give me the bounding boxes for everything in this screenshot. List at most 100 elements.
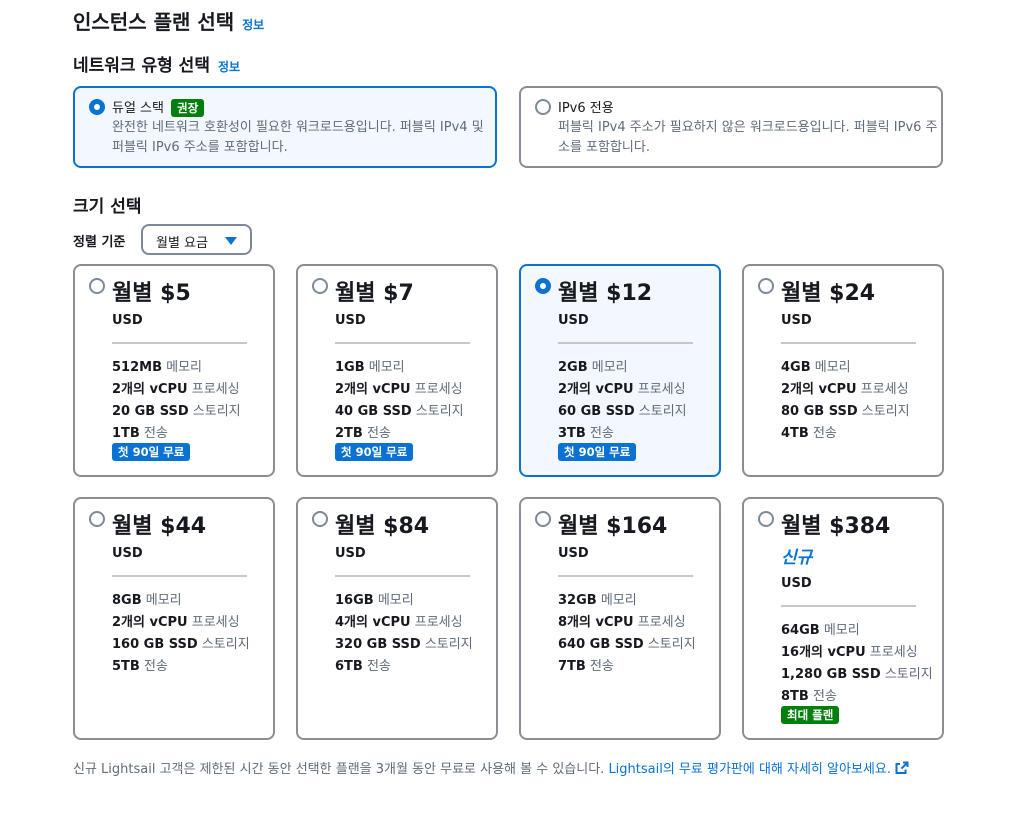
plan-spec-label: 프로세싱 xyxy=(860,382,909,397)
plan-spec-label: 프로세싱 xyxy=(637,615,686,630)
plan-spec-value: 32GB xyxy=(558,593,597,608)
plan-spec-processing: 4개의 vCPU 프로세싱 xyxy=(335,611,463,630)
radio-ipv6-only[interactable] xyxy=(535,99,551,115)
plan-spec-storage: 320 GB SSD 스토리지 xyxy=(335,633,473,652)
plan-spec-transfer: 5TB 전송 xyxy=(112,655,168,674)
plan-spec-label: 프로세싱 xyxy=(414,615,463,630)
plan-spec-label: 프로세싱 xyxy=(869,645,918,660)
radio-dual-stack[interactable] xyxy=(89,99,105,115)
free-trial-text: 신규 Lightsail 고객은 제한된 시간 동안 선택한 플랜을 3개월 동… xyxy=(73,762,609,777)
plan-divider xyxy=(558,575,693,577)
plan-spec-transfer: 1TB 전송 xyxy=(112,422,168,441)
plan-radio[interactable] xyxy=(89,511,105,527)
plan-spec-transfer: 4TB 전송 xyxy=(781,422,837,441)
sort-select[interactable]: 월별 요금 xyxy=(141,224,252,255)
plan-spec-value: 320 GB SSD xyxy=(335,637,421,652)
plan-spec-value: 4TB xyxy=(781,426,809,441)
plan-spec-storage: 160 GB SSD 스토리지 xyxy=(112,633,250,652)
plan-spec-transfer: 2TB 전송 xyxy=(335,422,391,441)
plan-spec-processing: 16개의 vCPU 프로세싱 xyxy=(781,641,918,660)
plan-price: 월별 $84 xyxy=(335,514,430,539)
external-link-icon xyxy=(895,761,909,782)
plan-spec-label: 전송 xyxy=(812,426,837,441)
plan-spec-label: 전송 xyxy=(589,426,614,441)
plan-spec-label: 프로세싱 xyxy=(414,382,463,397)
plan-spec-memory: 1GB 메모리 xyxy=(335,356,405,375)
plan-spec-label: 메모리 xyxy=(166,360,203,375)
plan-currency: USD xyxy=(558,313,589,328)
page-title: 인스턴스 플랜 선택 정보 xyxy=(73,6,264,35)
plan-spec-value: 160 GB SSD xyxy=(112,637,198,652)
network-section-title-text: 네트워크 유형 선택 xyxy=(73,56,210,76)
plan-card[interactable]: 월별 $7 USD 1GB 메모리 2개의 vCPU 프로세싱 40 GB SSD 스토… xyxy=(296,264,498,477)
plan-card[interactable]: 월별 $44 USD 8GB 메모리 2개의 vCPU 프로세싱 160 GB SSD … xyxy=(73,497,275,740)
plan-spec-processing: 2개의 vCPU 프로세싱 xyxy=(335,378,463,397)
plan-price: 월별 $5 xyxy=(112,281,191,306)
plan-spec-label: 스토리지 xyxy=(861,404,910,419)
plan-spec-label: 메모리 xyxy=(823,623,860,638)
network-option-label: IPv6 전용 xyxy=(558,101,614,116)
plan-spec-label: 스토리지 xyxy=(415,404,464,419)
plan-radio[interactable] xyxy=(312,278,328,294)
sort-select-value: 월별 요금 xyxy=(156,236,208,251)
plan-spec-value: 3TB xyxy=(558,426,586,441)
plan-card[interactable]: 월별 $164 USD 32GB 메모리 8개의 vCPU 프로세싱 640 GB SS… xyxy=(519,497,721,740)
plan-spec-value: 60 GB SSD xyxy=(558,404,635,419)
plan-currency: USD xyxy=(558,546,589,561)
plan-radio[interactable] xyxy=(758,511,774,527)
plan-card[interactable]: 월별 $84 USD 16GB 메모리 4개의 vCPU 프로세싱 320 GB SSD… xyxy=(296,497,498,740)
plan-spec-value: 2TB xyxy=(335,426,363,441)
plan-radio[interactable] xyxy=(89,278,105,294)
plan-spec-label: 메모리 xyxy=(145,593,182,608)
network-option-title: 듀얼 스택 권장 xyxy=(112,97,205,117)
plan-spec-label: 메모리 xyxy=(600,593,637,608)
plan-spec-value: 2개의 vCPU xyxy=(112,615,188,630)
free-trial-badge: 첫 90일 무료 xyxy=(335,443,414,461)
plan-card[interactable]: 월별 $24 USD 4GB 메모리 2개의 vCPU 프로세싱 80 GB SSD 스… xyxy=(742,264,944,477)
plan-spec-storage: 1,280 GB SSD 스토리지 xyxy=(781,663,933,682)
plan-spec-label: 메모리 xyxy=(368,360,405,375)
plan-currency: USD xyxy=(335,546,366,561)
size-section-title: 크기 선택 xyxy=(73,197,142,217)
plan-spec-memory: 32GB 메모리 xyxy=(558,589,637,608)
plan-spec-value: 4개의 vCPU xyxy=(335,615,411,630)
network-option-dual-stack[interactable]: 듀얼 스택 권장 완전한 네트워크 호환성이 필요한 워크로드용입니다. 퍼블릭… xyxy=(73,86,497,168)
plan-spec-value: 1,280 GB SSD xyxy=(781,667,881,682)
plan-radio[interactable] xyxy=(535,511,551,527)
plan-radio[interactable] xyxy=(312,511,328,527)
plan-divider xyxy=(112,342,247,344)
plan-spec-value: 2GB xyxy=(558,360,588,375)
free-trial-link[interactable]: Lightsail의 무료 평가판에 대해 자세히 알아보세요. xyxy=(608,761,909,777)
plan-price: 월별 $384 xyxy=(781,514,891,539)
plan-currency: USD xyxy=(112,546,143,561)
plan-spec-value: 512MB xyxy=(112,360,162,375)
plan-divider xyxy=(112,575,247,577)
sort-label: 정렬 기준 xyxy=(73,235,126,250)
network-option-ipv6-only[interactable]: IPv6 전용 퍼블릭 IPv4 주소가 필요하지 않은 워크로드용입니다. 퍼… xyxy=(519,86,943,168)
plan-spec-label: 스토리지 xyxy=(424,637,473,652)
plan-spec-label: 스토리지 xyxy=(884,667,933,682)
plan-spec-storage: 20 GB SSD 스토리지 xyxy=(112,400,241,419)
plan-divider xyxy=(335,575,470,577)
plan-spec-value: 8GB xyxy=(112,593,142,608)
plan-card[interactable]: 월별 $5 USD 512MB 메모리 2개의 vCPU 프로세싱 20 GB SSD … xyxy=(73,264,275,477)
plan-price: 월별 $12 xyxy=(558,281,653,306)
info-link[interactable]: 정보 xyxy=(242,18,264,32)
plan-radio[interactable] xyxy=(535,278,551,294)
plan-spec-storage: 80 GB SSD 스토리지 xyxy=(781,400,910,419)
plan-card[interactable]: 월별 $384 신규 USD 64GB 메모리 16개의 vCPU 프로세싱 1,280 … xyxy=(742,497,944,740)
plan-spec-value: 7TB xyxy=(558,659,586,674)
plan-spec-value: 6TB xyxy=(335,659,363,674)
plan-spec-value: 5TB xyxy=(112,659,140,674)
free-trial-note: 신규 Lightsail 고객은 제한된 시간 동안 선택한 플랜을 3개월 동… xyxy=(73,760,953,782)
plan-card[interactable]: 월별 $12 USD 2GB 메모리 2개의 vCPU 프로세싱 60 GB SSD 스… xyxy=(519,264,721,477)
plan-spec-value: 8TB xyxy=(781,689,809,704)
new-tag: 신규 xyxy=(781,548,813,568)
plan-spec-value: 2개의 vCPU xyxy=(558,382,634,397)
plan-spec-processing: 2개의 vCPU 프로세싱 xyxy=(558,378,686,397)
plan-spec-memory: 4GB 메모리 xyxy=(781,356,851,375)
plan-spec-storage: 40 GB SSD 스토리지 xyxy=(335,400,464,419)
plan-radio[interactable] xyxy=(758,278,774,294)
network-info-link[interactable]: 정보 xyxy=(218,60,240,74)
plan-spec-value: 40 GB SSD xyxy=(335,404,412,419)
